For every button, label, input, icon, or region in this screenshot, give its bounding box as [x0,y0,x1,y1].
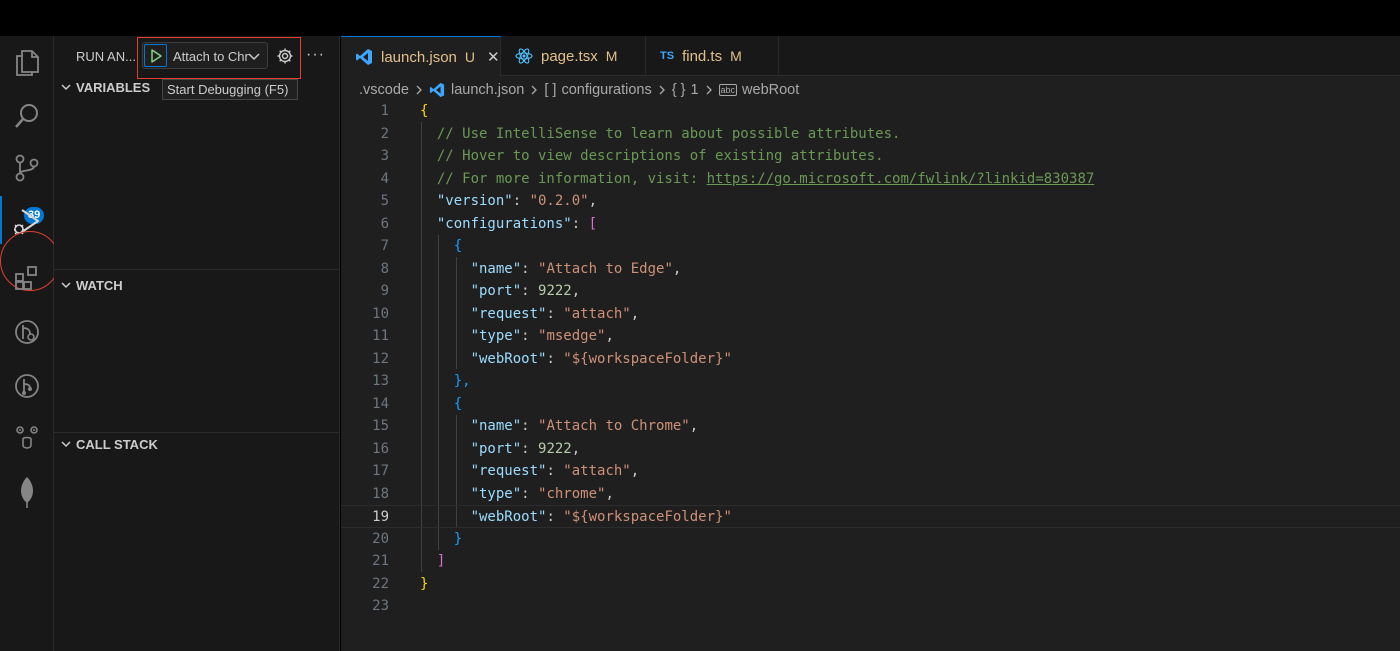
debug-sidebar: RUN AN... VARIABLES WATCH CALL STACK [54,36,340,651]
tab-status: M [730,48,742,64]
watch-label: WATCH [76,278,123,293]
sidebar-title: RUN AN... [76,49,136,64]
mongodb-icon[interactable] [0,468,54,516]
code-line: 10 "request": "attach", [372,305,640,322]
code-line: 7 { [380,238,463,254]
breadcrumb-folder[interactable]: .vscode [359,82,409,98]
breadcrumb-webroot-label: webRoot [742,82,800,98]
code-line: 14 { [372,395,463,412]
tab-status: M [605,48,618,64]
breadcrumb-index-label: 1 [690,82,699,98]
activity-bar: 39 [0,36,60,651]
tab-label: find.ts [682,47,723,65]
chevron-right-icon [530,84,538,96]
tab-label: launch.json [381,48,457,66]
editor-area: launch.json U ✕ page.tsx M TS find.ts M … [341,36,1400,651]
object-icon: { } [671,82,686,98]
code-line: 17 "request": "attach", [372,463,640,479]
extensions-icon[interactable] [0,254,54,302]
tab-bar: launch.json U ✕ page.tsx M TS find.ts M [341,36,1400,77]
code-line: 2 // Use IntelliSense to learn about pos… [380,125,901,142]
code-line: 9 "port": 9222, [380,283,581,299]
title-bar [0,0,1400,36]
current-code-line: 19 "webRoot": "${workspaceFolder}" [341,505,1400,528]
code-line: 20 } [372,530,463,547]
code-line: 22} [372,575,429,592]
code-line: 18 "type": "chrome", [372,485,614,502]
code-line: 6 "configurations": [ [380,215,598,232]
vscode-icon [429,82,445,98]
code-line: 11 "type": "msedge", [372,328,614,344]
breadcrumb-configurations[interactable]: [ ] configurations [544,82,651,98]
chevron-right-icon [415,84,423,96]
breadcrumb-file[interactable]: launch.json [429,82,524,98]
watch-section-header[interactable]: WATCH [54,275,340,297]
breadcrumb-webroot[interactable]: abc webRoot [718,82,800,98]
code-line: 23 [372,598,389,614]
git-graph-icon[interactable] [0,362,54,410]
section-divider [54,432,340,433]
close-icon[interactable]: ✕ [487,48,500,66]
tab-launch-json[interactable]: launch.json U ✕ [341,36,501,77]
variables-label: VARIABLES [76,80,151,95]
code-line: 16 "port": 9222, [372,440,581,457]
breadcrumb-file-label: launch.json [450,82,525,98]
code-link[interactable]: https://go.microsoft.com/fwlink/?linkid=… [707,171,1095,187]
code-line: 12 "webRoot": "${workspaceFolder}" [372,350,732,367]
code-line: 13 }, [372,373,471,389]
chevron-right-icon [658,84,666,96]
string-icon: abc [718,84,738,96]
copilot-icon[interactable] [0,414,54,462]
search-icon[interactable] [0,92,54,140]
ts-icon: TS [660,50,675,62]
tab-status: U [464,49,476,65]
tab-page-tsx[interactable]: page.tsx M [501,36,646,76]
more-actions-icon[interactable]: ··· [306,46,325,64]
react-icon [515,47,533,65]
array-icon: [ ] [544,82,557,98]
code-line: 4 // For more information, visit: https:… [380,170,1095,187]
code-line: 21 ] [372,553,446,569]
gear-icon[interactable] [276,47,294,70]
tab-find-ts[interactable]: TS find.ts M [646,36,779,76]
breadcrumb-configurations-label: configurations [561,82,652,98]
code-line: 15 "name": "Attach to Chrome", [372,418,699,434]
code-line: 8 "name": "Attach to Edge", [380,260,682,277]
chevron-down-icon [60,81,72,96]
chevron-down-icon [60,279,72,294]
section-divider [54,269,340,270]
tooltip: Start Debugging (F5) [162,79,298,100]
chevron-down-icon [60,438,72,453]
files-icon[interactable] [0,39,54,87]
tab-label: page.tsx [541,47,598,65]
code-line: 5 "version": "0.2.0", [380,193,598,209]
code-line: 1{ [380,103,429,119]
remote-explorer-icon[interactable] [0,308,54,356]
breadcrumb-index[interactable]: { } 1 [672,82,699,98]
source-control-icon[interactable] [0,144,54,192]
call-stack-label: CALL STACK [76,437,158,452]
call-stack-section-header[interactable]: CALL STACK [54,434,340,456]
vscode-icon [355,48,373,66]
code-line: 3 // Hover to view descriptions of exist… [380,148,884,164]
breadcrumb: .vscode launch.json [ ] configurations { … [359,80,799,100]
chevron-right-icon [705,84,713,96]
